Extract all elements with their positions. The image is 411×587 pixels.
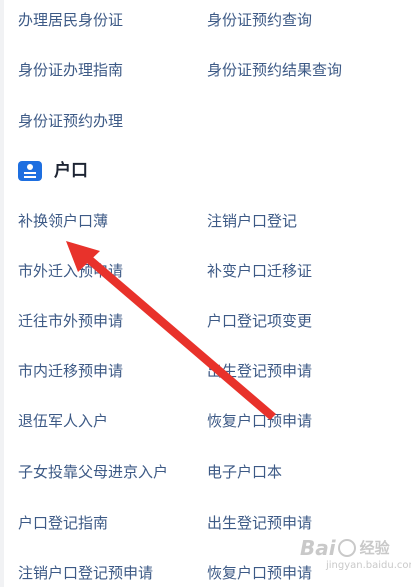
link-electronic-hukou-book[interactable]: 电子户口本 bbox=[207, 462, 282, 482]
left-edge-bar bbox=[0, 0, 4, 587]
section-title: 户口 bbox=[54, 161, 88, 181]
link-birth-registration-pre-apply-2[interactable]: 出生登记预申请 bbox=[207, 513, 312, 533]
link-id-appointment[interactable]: 身份证预约办理 bbox=[18, 111, 123, 131]
section-header-hukou: 户口 bbox=[18, 160, 88, 182]
link-hukou-guide[interactable]: 户口登记指南 bbox=[18, 513, 108, 533]
link-id-appointment-result[interactable]: 身份证预约结果查询 bbox=[207, 60, 342, 80]
link-hukou-item-change[interactable]: 户口登记项变更 bbox=[207, 311, 312, 331]
link-apply-resident-id[interactable]: 办理居民身份证 bbox=[18, 10, 123, 30]
link-cancel-hukou-pre-apply[interactable]: 注销户口登记预申请 bbox=[18, 563, 153, 583]
link-id-appointment-query[interactable]: 身份证预约查询 bbox=[207, 10, 312, 30]
link-birth-registration-pre-apply[interactable]: 出生登记预申请 bbox=[207, 361, 312, 381]
baidu-jingyan-watermark: Bai 经验 jingyan.baidu.com bbox=[300, 536, 411, 584]
annotation-arrow bbox=[66, 241, 276, 420]
link-replace-hukou-book[interactable]: 补换领户口薄 bbox=[18, 211, 108, 231]
paw-icon bbox=[337, 539, 356, 557]
link-id-guide[interactable]: 身份证办理指南 bbox=[18, 60, 123, 80]
link-veteran-hukou[interactable]: 退伍军人入户 bbox=[18, 411, 108, 431]
link-move-out-pre-apply[interactable]: 迁往市外预申请 bbox=[18, 311, 123, 331]
link-children-join-parents[interactable]: 子女投靠父母进京入户 bbox=[18, 462, 168, 482]
link-replace-migration-cert[interactable]: 补变户口迁移证 bbox=[207, 261, 312, 281]
link-cancel-hukou[interactable]: 注销户口登记 bbox=[207, 211, 297, 231]
service-list-page: 办理居民身份证 身份证预约查询 身份证办理指南 身份证预约结果查询 身份证预约办… bbox=[0, 0, 411, 587]
watermark-url: jingyan.baidu.com bbox=[326, 560, 411, 571]
watermark-brand-right: 经验 bbox=[359, 539, 390, 557]
id-card-icon bbox=[18, 161, 42, 181]
link-move-in-pre-apply[interactable]: 市外迁入预申请 bbox=[18, 261, 123, 281]
link-restore-hukou-pre-apply-2[interactable]: 恢复户口预申请 bbox=[207, 563, 312, 583]
link-in-city-move-pre-apply[interactable]: 市内迁移预申请 bbox=[18, 361, 123, 381]
watermark-brand-left: Bai bbox=[300, 536, 336, 560]
link-restore-hukou-pre-apply[interactable]: 恢复户口预申请 bbox=[207, 411, 312, 431]
